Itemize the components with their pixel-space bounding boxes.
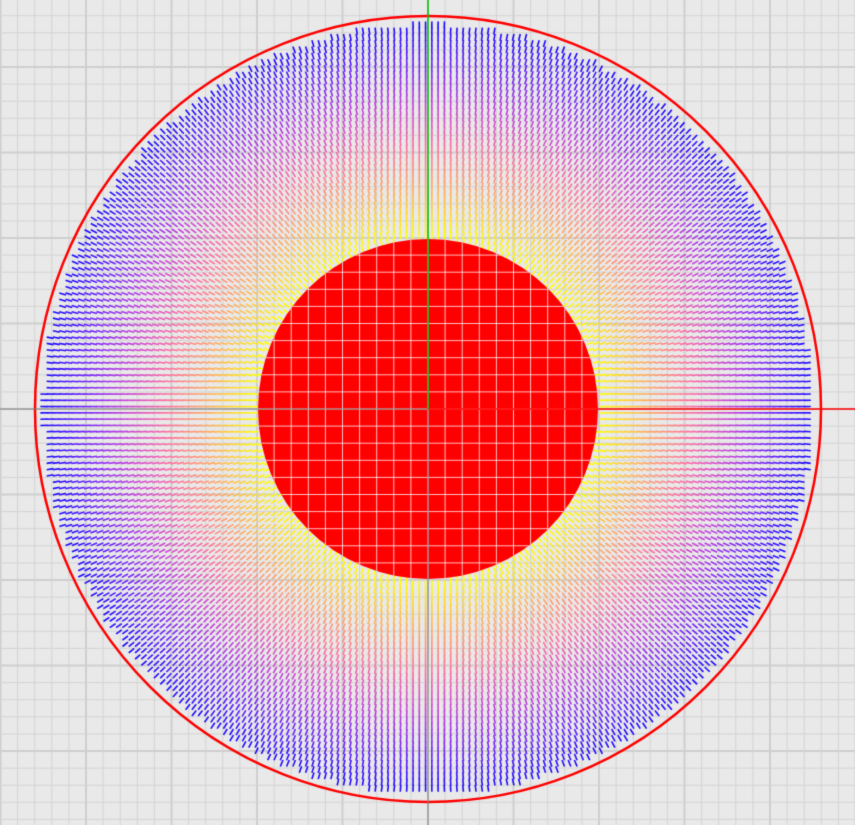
3d-viewport[interactable] [0, 0, 855, 825]
viewport-canvas[interactable] [0, 0, 855, 825]
